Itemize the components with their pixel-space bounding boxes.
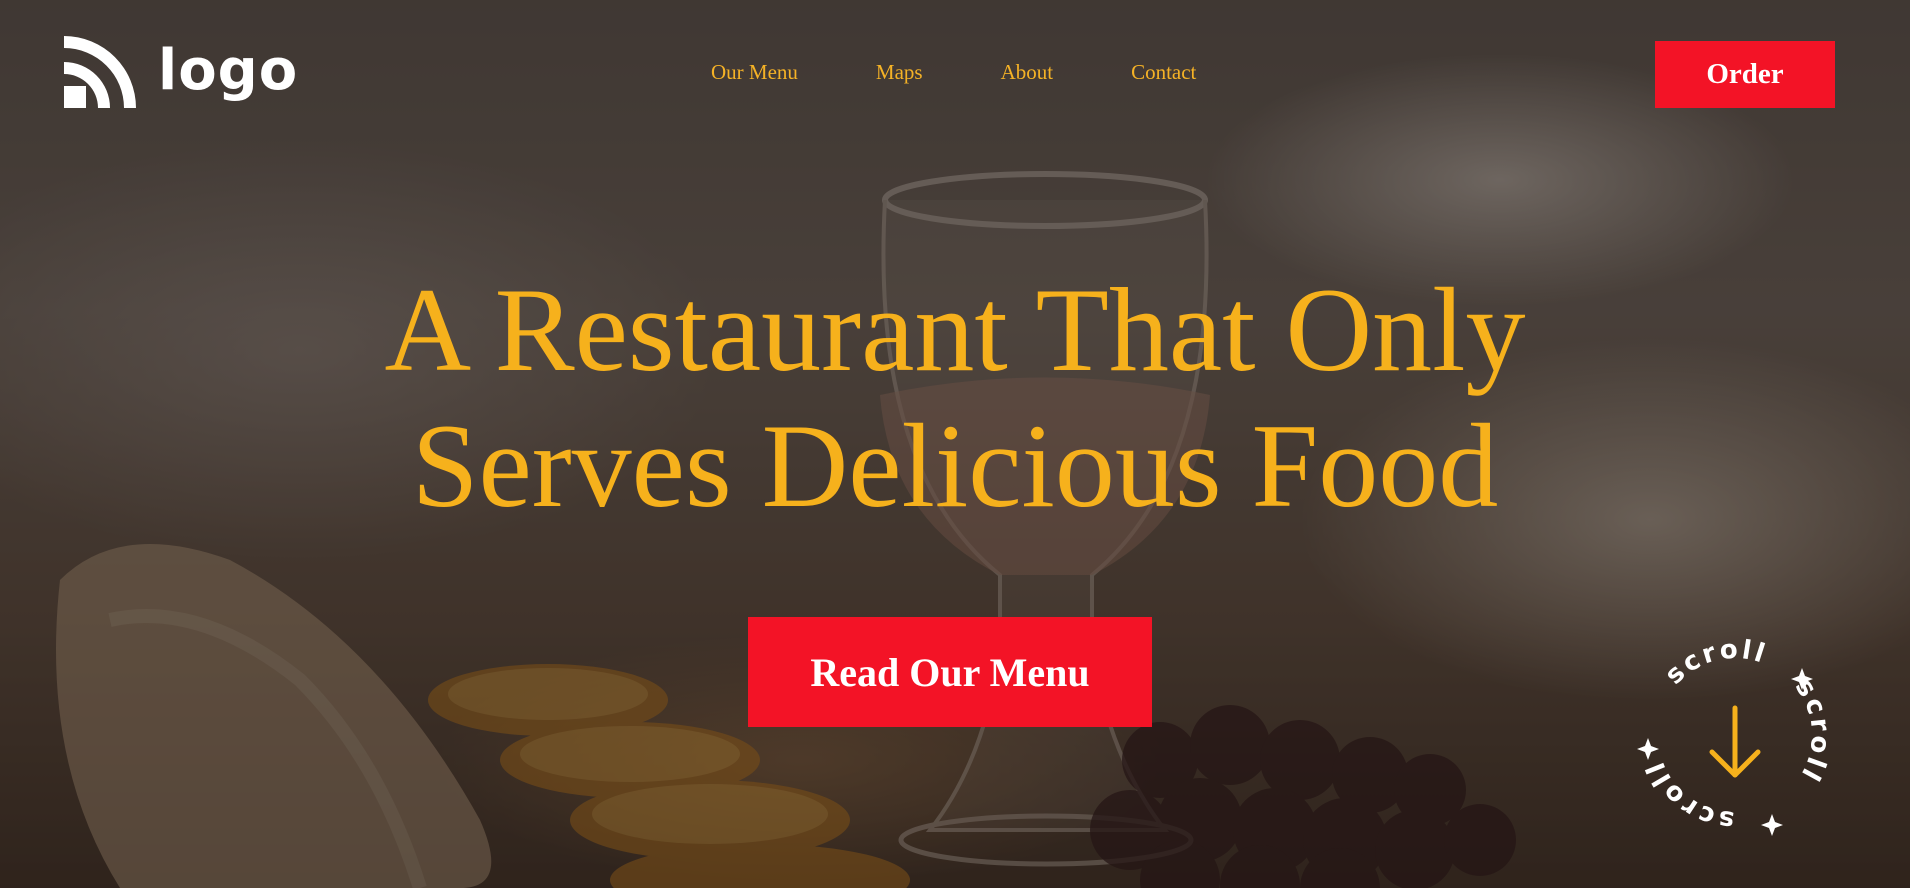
read-menu-button[interactable]: Read Our Menu <box>748 617 1152 727</box>
scroll-text-right: scroll <box>1789 673 1836 788</box>
brand-logo[interactable]: logo <box>64 36 298 113</box>
hero-title-line-1: A Restaurant That Only <box>384 263 1526 396</box>
order-button[interactable]: Order <box>1655 41 1835 108</box>
main-nav: Our Menu Maps About Contact <box>711 60 1196 85</box>
page: logo Our Menu Maps About Contact Order A… <box>0 0 1910 888</box>
hero-title-line-2: Serves Delicious Food <box>411 399 1499 532</box>
rss-arcs-icon <box>64 36 136 113</box>
scroll-badge[interactable]: scroll scroll scroll <box>1630 630 1840 840</box>
hero-title: A Restaurant That Only Serves Delicious … <box>0 262 1910 534</box>
nav-item-our-menu[interactable]: Our Menu <box>711 60 798 85</box>
nav-item-contact[interactable]: Contact <box>1131 60 1196 85</box>
nav-item-about[interactable]: About <box>1001 60 1054 85</box>
arrow-down-icon <box>1709 705 1761 778</box>
nav-item-maps[interactable]: Maps <box>876 60 923 85</box>
scroll-text-bottom: scroll <box>1640 755 1736 835</box>
logo-text: logo <box>158 37 299 103</box>
scroll-text-top: scroll <box>1659 635 1771 691</box>
